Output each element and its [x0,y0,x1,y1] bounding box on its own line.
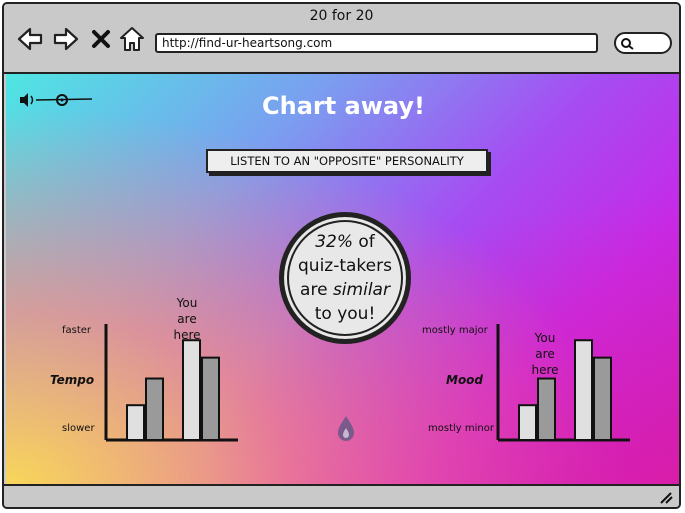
search-icon [621,38,634,50]
tempo-bar-chart [104,324,238,442]
content-area: Chart away! LISTEN TO AN "OPPOSITE" PERS… [6,74,679,488]
forward-arrow-icon[interactable] [52,25,80,53]
resize-grip-icon[interactable] [659,490,673,504]
listen-opposite-button[interactable]: LISTEN TO AN "OPPOSITE" PERSONALITY [206,149,488,173]
search-input[interactable] [614,32,672,54]
stat-line2: quiz-takers [298,256,392,276]
window-title: 20 for 20 [309,8,374,24]
mood-bottom-label: mostly minor [428,423,494,434]
url-input[interactable]: http://find-ur-heartsong.com [155,33,598,53]
stat-similar: similar [332,280,390,300]
mood-top-label: mostly major [422,325,488,336]
mood-bar-3 [574,339,593,442]
back-arrow-icon[interactable] [16,25,44,53]
mood-axis-name: Mood [446,373,484,387]
drop-icon[interactable] [335,414,357,442]
tempo-axis-name: Tempo [50,373,95,387]
title-bar: 20 for 20 http://find-ur-heartsong.com [4,4,679,74]
mood-bar-chart [496,324,630,442]
tempo-bottom-label: slower [62,423,95,434]
stat-percent: 32% [315,232,353,252]
stat-of: of [353,232,375,252]
mood-bar-2 [537,377,556,441]
page-headline: Chart away! [262,92,425,120]
tempo-bar-1 [126,404,145,441]
mood-bar-1 [518,404,537,441]
tempo-top-label: faster [62,325,92,336]
home-icon[interactable] [118,25,146,53]
mood-bar-4 [593,356,612,441]
tempo-bar-2 [145,377,164,441]
close-icon[interactable] [90,25,112,53]
browser-window: 20 for 20 http://find-ur-heartsong.com C… [2,2,681,509]
tempo-bar-3 [182,339,201,442]
tempo-bar-4 [201,356,220,441]
